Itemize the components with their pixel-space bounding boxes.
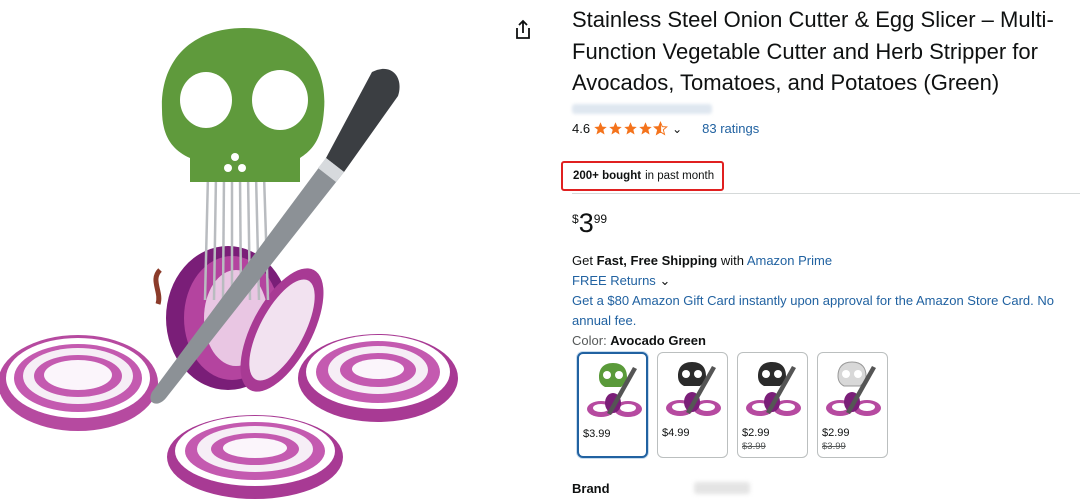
swatch-old-price: $3.99 — [742, 441, 766, 452]
swatch-option[interactable]: $2.99 $3.99 — [817, 352, 888, 458]
free-returns-row[interactable]: FREE Returns ⌄ — [572, 271, 1072, 291]
color-label: Color: Avocado Green — [572, 333, 706, 348]
share-icon[interactable] — [511, 18, 535, 42]
swatch-price: $4.99 — [662, 427, 690, 439]
free-returns-link[interactable]: FREE Returns — [572, 273, 656, 288]
star-icon — [594, 122, 607, 135]
swatch-old-price: $3.99 — [822, 441, 846, 452]
swatch-option[interactable]: $3.99 — [577, 352, 648, 458]
onion-slice-left — [0, 335, 158, 431]
color-swatches: $3.99 $4.99 $2.99 $3.99 $2.99 $3.99 — [577, 352, 888, 458]
selected-color: Avocado Green — [610, 333, 706, 348]
swatch-thumbnail — [666, 362, 721, 416]
swatch-price: $2.99 — [822, 427, 850, 439]
rating-row: 4.6 ⌄ 83 ratings — [572, 120, 1080, 138]
store-name-blurred — [572, 103, 712, 114]
bought-count: 200+ bought — [573, 170, 642, 182]
swatch-option[interactable]: $2.99 $3.99 — [737, 352, 808, 458]
star-half-icon — [653, 121, 669, 136]
star-rating[interactable] — [593, 121, 669, 136]
brand-value-blurred — [694, 482, 750, 494]
shipping-line: Get Fast, Free Shipping with Amazon Prim… — [572, 253, 833, 268]
store-link[interactable] — [572, 102, 1080, 116]
divider — [572, 193, 1080, 194]
product-info: Stainless Steel Onion Cutter & Egg Slice… — [572, 0, 1080, 138]
price-whole: 3 — [578, 208, 594, 238]
price-symbol: $ — [572, 212, 579, 226]
rating-value: 4.6 — [572, 121, 591, 136]
product-title: Stainless Steel Onion Cutter & Egg Slice… — [572, 7, 1054, 95]
bought-in-past-month-badge: 200+ bought in past month — [561, 161, 724, 191]
star-icon — [609, 122, 622, 135]
chevron-down-icon[interactable]: ⌄ — [672, 122, 682, 136]
gift-card-offer-link[interactable]: Get a $80 Amazon Gift Card instantly upo… — [572, 291, 1072, 331]
ratings-count-link[interactable]: 83 ratings — [702, 121, 759, 136]
shipping-info: Get Fast, Free Shipping with Amazon Prim… — [572, 251, 1072, 331]
onion-slice-right — [298, 334, 458, 422]
star-icon — [624, 122, 637, 135]
chevron-down-icon[interactable]: ⌄ — [659, 273, 670, 288]
swatch-thumbnail — [826, 361, 881, 416]
bought-period: in past month — [645, 170, 715, 182]
swatch-price: $3.99 — [583, 428, 611, 440]
fast-free-shipping: Fast, Free Shipping — [596, 253, 718, 268]
brand-label: Brand — [572, 481, 610, 496]
onion-slice-bottom — [167, 415, 343, 499]
amazon-prime-link[interactable]: Amazon Prime — [747, 253, 832, 268]
swatch-thumbnail — [746, 362, 801, 416]
product-main-image[interactable] — [0, 0, 470, 502]
swatch-price: $2.99 — [742, 427, 770, 439]
swatch-thumbnail — [587, 363, 642, 417]
star-icon — [639, 122, 652, 135]
price: $ 3 99 — [572, 208, 607, 238]
swatch-option[interactable]: $4.99 — [657, 352, 728, 458]
price-fraction: 99 — [593, 212, 608, 226]
